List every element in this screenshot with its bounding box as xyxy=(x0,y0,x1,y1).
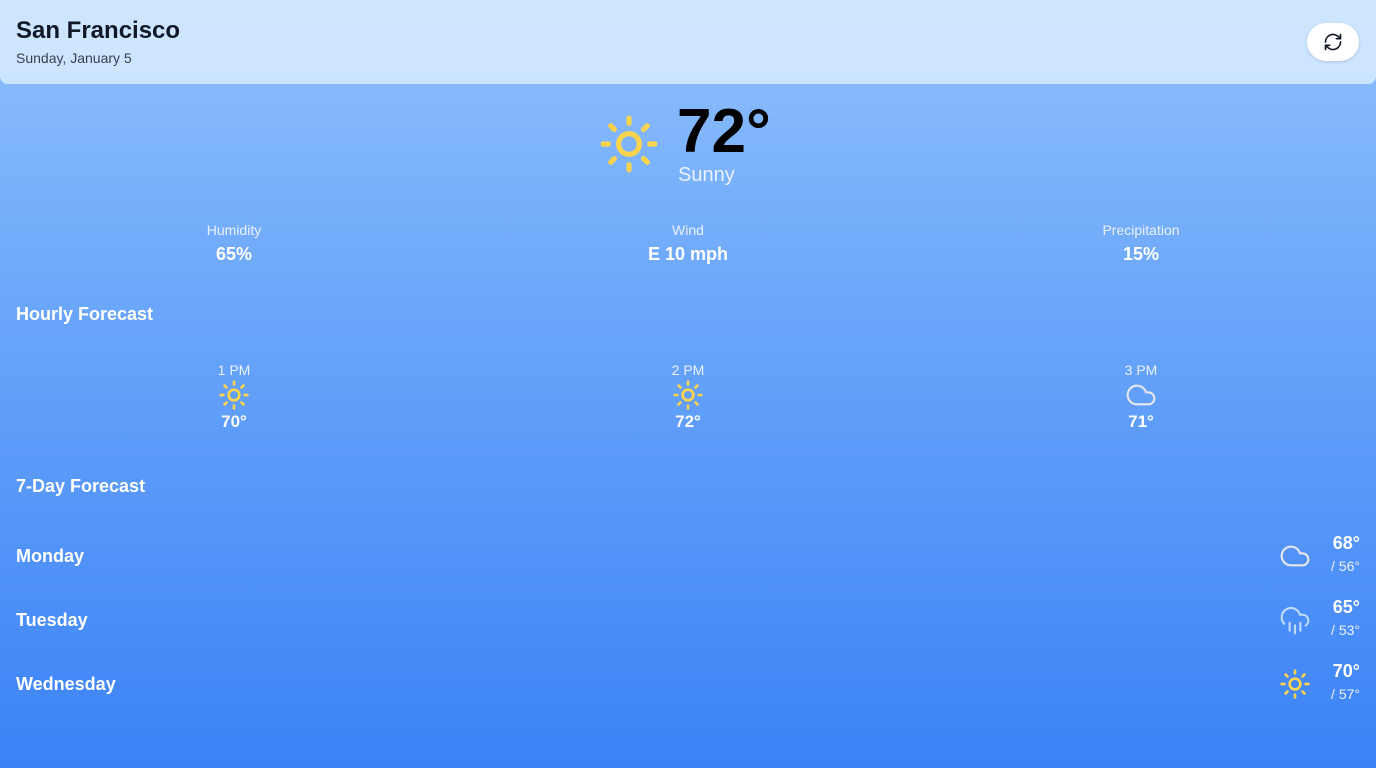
day-low-temp: / 57° xyxy=(1331,686,1360,702)
hour-time: 1 PM xyxy=(217,362,251,378)
sun-icon xyxy=(219,380,249,410)
wind-stat: Wind E 10 mph xyxy=(588,221,788,269)
current-condition: Sunny xyxy=(678,164,735,186)
hour-temp: 70° xyxy=(221,412,247,431)
day-high-temp: 68° xyxy=(1332,533,1360,553)
day-low-temp: / 56° xyxy=(1331,558,1360,574)
daily-row-monday: Monday 68° / 56° xyxy=(0,526,1376,586)
hour-time: 3 PM xyxy=(1124,362,1158,378)
daily-row-tuesday: Tuesday 65° / 53° xyxy=(0,590,1376,650)
daily-forecast-title: 7-Day Forecast xyxy=(16,476,146,496)
rain-cloud-icon xyxy=(1280,606,1310,635)
hourly-item: 2 PM 72° xyxy=(628,361,748,433)
humidity-stat: Humidity 65% xyxy=(134,221,334,269)
refresh-icon xyxy=(1324,33,1342,51)
cloud-icon xyxy=(1126,384,1156,406)
day-low-temp: / 53° xyxy=(1331,622,1360,638)
hour-temp: 71° xyxy=(1128,412,1154,431)
precipitation-stat: Precipitation 15% xyxy=(1041,221,1241,269)
day-name: Wednesday xyxy=(16,674,116,694)
hourly-item: 3 PM 71° xyxy=(1081,361,1201,433)
day-high-temp: 70° xyxy=(1332,661,1360,681)
hour-temp: 72° xyxy=(675,412,701,431)
hourly-forecast-title: Hourly Forecast xyxy=(16,304,154,324)
sun-icon xyxy=(673,380,703,410)
current-sun-icon xyxy=(600,115,658,173)
city-name: San Francisco xyxy=(16,17,181,44)
stat-value: 65% xyxy=(215,244,253,264)
hour-time: 2 PM xyxy=(671,362,705,378)
cloud-icon xyxy=(1280,545,1310,567)
header-bar: San Francisco Sunday, January 5 xyxy=(0,0,1376,84)
day-name: Monday xyxy=(16,546,85,566)
current-temperature: 72° xyxy=(677,97,771,166)
day-name: Tuesday xyxy=(16,610,88,630)
stat-value: E 10 mph xyxy=(647,244,729,264)
refresh-button[interactable] xyxy=(1307,23,1359,61)
stat-label: Humidity xyxy=(206,222,262,238)
daily-row-wednesday: Wednesday 70° / 57° xyxy=(0,654,1376,714)
stat-value: 15% xyxy=(1122,244,1160,264)
current-date: Sunday, January 5 xyxy=(16,50,132,66)
sun-icon xyxy=(1280,669,1310,699)
day-high-temp: 65° xyxy=(1332,597,1360,617)
hourly-item: 1 PM 70° xyxy=(174,361,294,433)
stat-label: Precipitation xyxy=(1102,222,1180,238)
stat-label: Wind xyxy=(672,222,704,238)
